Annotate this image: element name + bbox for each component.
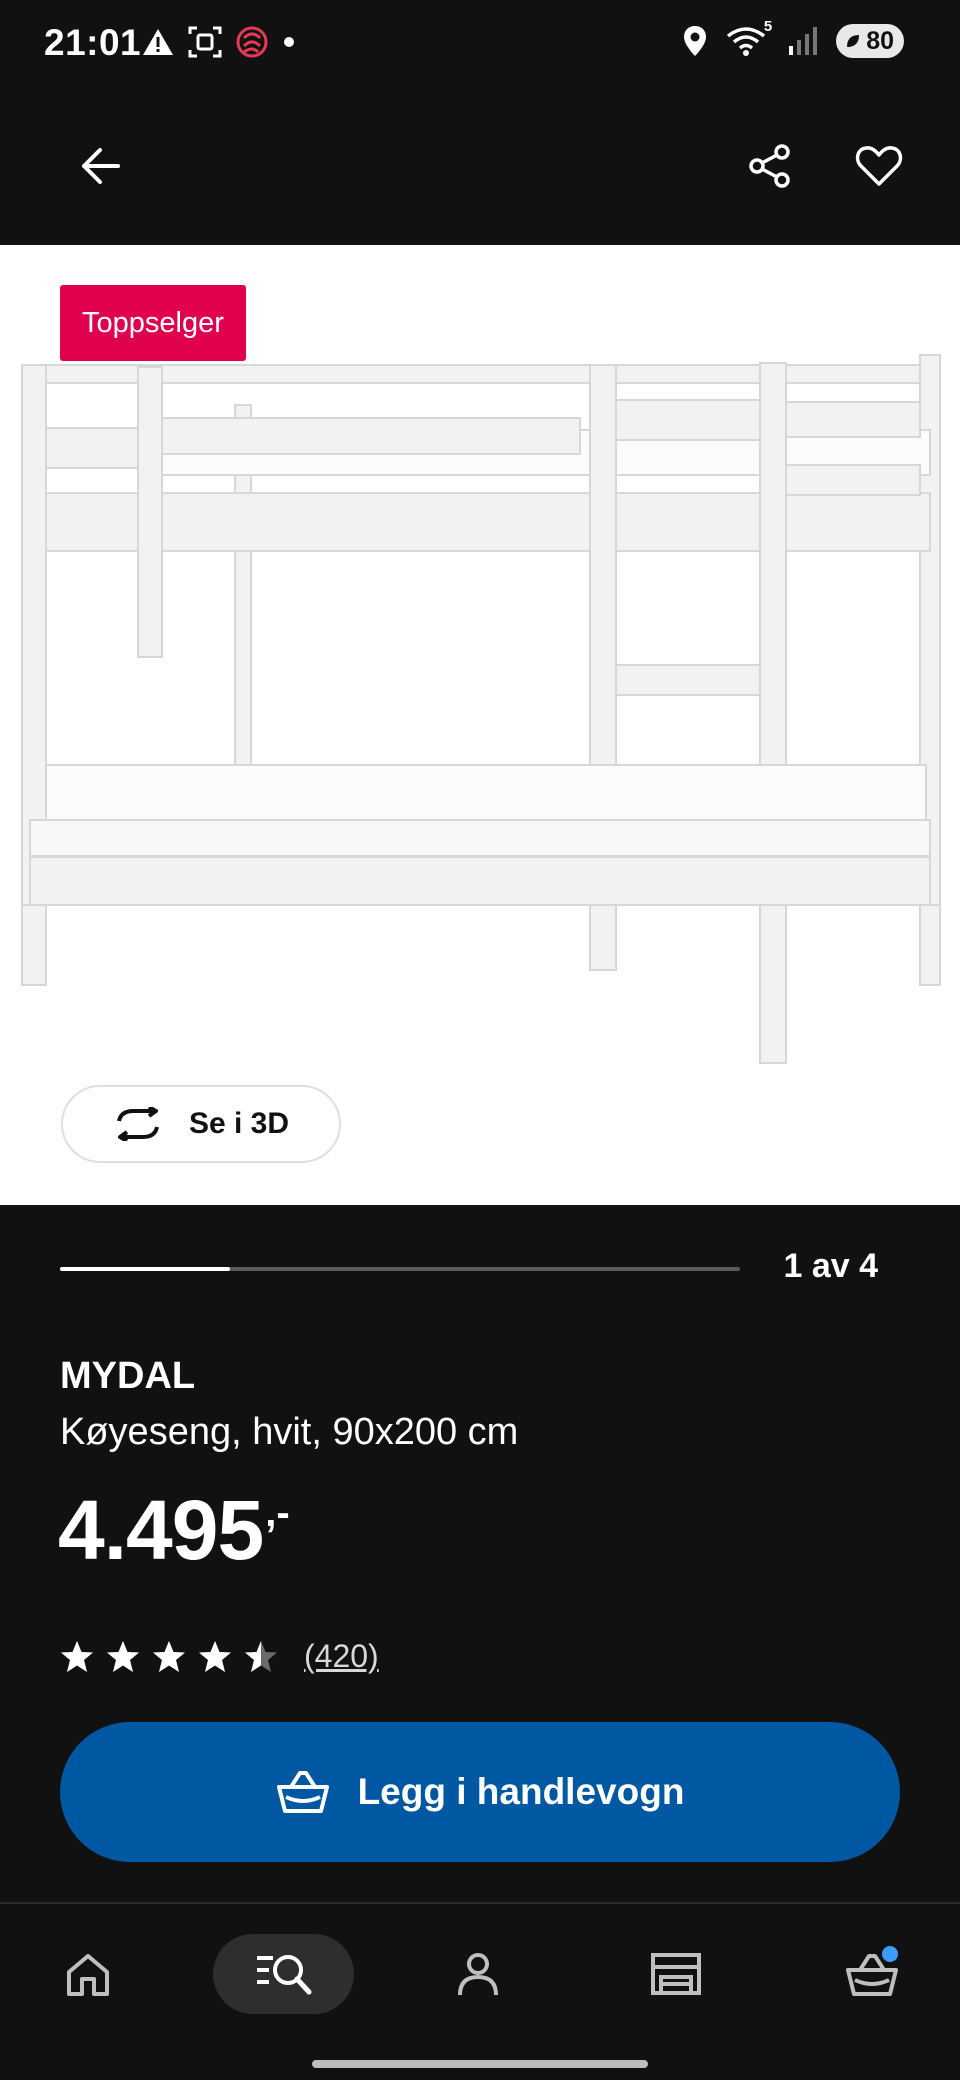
review-count-link[interactable]: (420): [304, 1638, 379, 1675]
gallery-progress: 1 av 4: [0, 1205, 960, 1335]
cart-notification-dot: [882, 1946, 898, 1962]
signal-icon: [789, 27, 818, 55]
store-icon: [651, 1953, 701, 1995]
gallery-progress-track: [60, 1267, 740, 1271]
nav-home[interactable]: [48, 1934, 128, 2014]
bestseller-badge: Toppselger: [60, 285, 246, 361]
app-bar: [0, 90, 960, 245]
nav-profile[interactable]: [438, 1934, 518, 2014]
battery-indicator: 80: [836, 24, 904, 58]
nav-search[interactable]: [213, 1934, 354, 2014]
wifi-icon: [727, 27, 766, 56]
back-button[interactable]: [64, 130, 136, 202]
price-suffix: ,-: [265, 1491, 290, 1535]
rotate-3d-icon: [117, 1107, 159, 1141]
star-icon: [153, 1640, 185, 1672]
screenshot-icon: [188, 26, 222, 58]
view-3d-label: Se i 3D: [188, 1107, 290, 1140]
app-logo-icon: [236, 26, 268, 58]
alert-triangle-icon: [143, 29, 173, 55]
product-price: 4.495 ,-: [58, 1480, 290, 1580]
dot-icon: [284, 37, 294, 47]
price-amount: 4.495: [58, 1483, 264, 1577]
product-rating[interactable]: (420): [60, 1638, 379, 1675]
add-to-cart-button[interactable]: Legg i handlevogn: [60, 1722, 900, 1862]
share-button[interactable]: [734, 130, 806, 202]
gallery-page-counter: 1 av 4: [783, 1247, 878, 1285]
view-3d-button[interactable]: Se i 3D: [61, 1085, 341, 1163]
basket-icon: [276, 1771, 329, 1813]
gallery-progress-fill: [60, 1267, 230, 1271]
home-indicator[interactable]: [312, 2060, 648, 2068]
status-right-icons: 5 80: [682, 18, 904, 58]
star-icon: [245, 1640, 277, 1672]
rating-stars: [60, 1640, 278, 1674]
product-image[interactable]: [0, 245, 960, 1205]
star-icon: [61, 1640, 93, 1672]
star-icon: [199, 1640, 231, 1672]
star-icon: [107, 1640, 139, 1672]
bottom-navigation: [0, 1902, 960, 2080]
location-icon: [684, 26, 707, 56]
home-icon: [67, 1954, 109, 1996]
product-name: MYDAL: [60, 1355, 196, 1397]
favorite-button[interactable]: [843, 130, 915, 202]
wifi-indicator: 5: [726, 18, 772, 58]
product-image-gallery[interactable]: Toppselger Se i 3D: [0, 245, 960, 1205]
status-left-icons: [142, 26, 296, 58]
nav-cart[interactable]: [832, 1934, 912, 2014]
arrow-left-icon: [82, 148, 120, 184]
add-to-cart-label: Legg i handlevogn: [357, 1771, 685, 1812]
status-time: 21:01: [44, 22, 142, 63]
status-bar: 21:01 5 80: [0, 0, 960, 90]
heart-icon: [855, 146, 903, 186]
nav-store[interactable]: [636, 1934, 716, 2014]
search-icon: [256, 1955, 311, 1995]
profile-icon: [458, 1953, 498, 1996]
battery-saver-icon: [847, 35, 860, 47]
battery-level: 80: [866, 26, 894, 55]
share-icon: [749, 144, 790, 188]
wifi-badge: 5: [763, 18, 773, 35]
product-description: Køyeseng, hvit, 90x200 cm: [60, 1411, 519, 1453]
